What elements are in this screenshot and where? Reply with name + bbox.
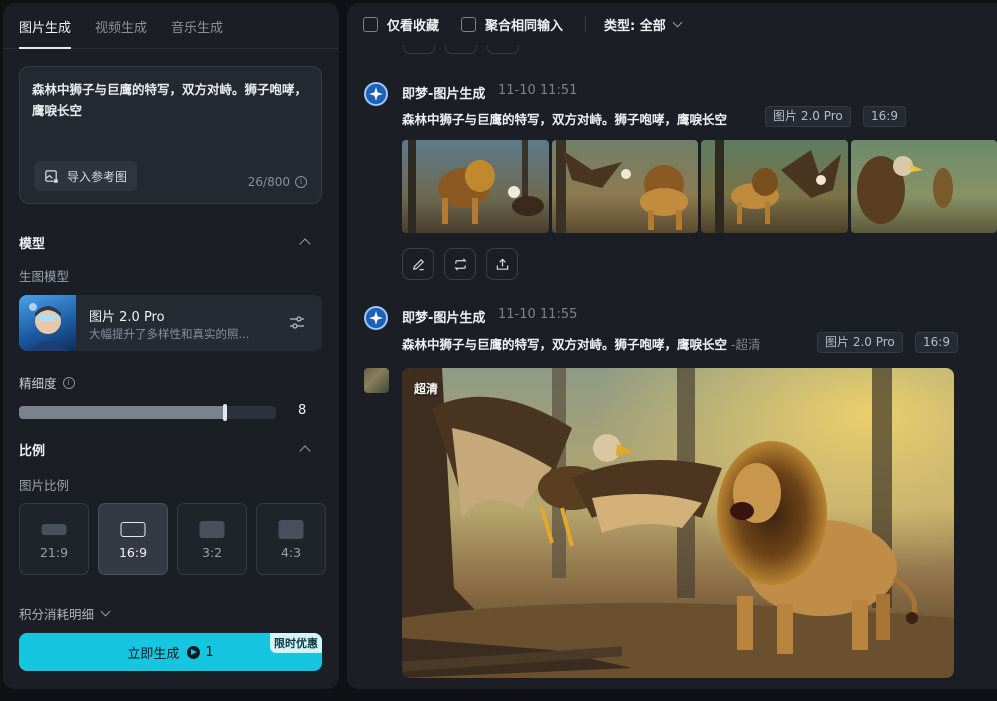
settings-sliders-icon[interactable] — [288, 314, 306, 332]
credit-cost: 1 — [187, 644, 214, 660]
chevron-down-icon — [100, 606, 111, 617]
ratio-label: 16:9 — [118, 545, 148, 560]
hd-label: 超清 — [414, 382, 439, 396]
model-tag: 图片 2.0 Pro — [765, 106, 851, 127]
detail-slider[interactable] — [19, 404, 276, 421]
edit-button[interactable] — [402, 248, 434, 280]
ratio-option-4-3[interactable]: 4:3 — [256, 503, 326, 575]
model-tag: 图片 2.0 Pro — [817, 332, 903, 353]
model-description: 大幅提升了多样性和真实的照... — [89, 327, 250, 341]
upload-icon — [496, 257, 508, 270]
tab-music-gen[interactable]: 音乐生成 — [171, 17, 223, 48]
generate-label: 立即生成 — [127, 646, 180, 662]
share-button[interactable] — [486, 248, 518, 280]
generated-image-thumbnail[interactable] — [551, 140, 698, 233]
tab-image-gen[interactable]: 图片生成 — [19, 17, 72, 49]
ratio-option-3-2[interactable]: 3:2 — [177, 503, 247, 575]
type-filter-dropdown[interactable]: 类型: 全部 — [604, 15, 683, 34]
detail-label-row: 精细度 i — [19, 373, 75, 392]
left-panel: 图片生成 视频生成 音乐生成 森林中狮子与巨鹰的特写，双方对峙。狮子咆哮，鹰唳长… — [3, 3, 339, 689]
generate-button[interactable]: 立即生成 1 限时优惠 — [19, 633, 322, 671]
reference-image-avatar[interactable] — [364, 368, 389, 393]
ratio-option-16-9[interactable]: 16:9 — [98, 503, 168, 575]
detail-label: 精细度 — [19, 376, 57, 391]
ratio-3-2-icon — [199, 521, 225, 538]
credit-cost-value: 1 — [205, 644, 214, 660]
points-detail-toggle[interactable]: 积分消耗明细 — [19, 604, 111, 623]
regenerate-button[interactable] — [444, 248, 476, 280]
ratio-21-9-icon — [41, 524, 67, 535]
info-icon[interactable]: i — [295, 176, 307, 188]
detail-value: 8 — [298, 403, 307, 418]
image-import-icon — [45, 169, 58, 183]
generated-image-thumbnail[interactable] — [402, 140, 549, 233]
sparkle-star-icon — [369, 311, 383, 325]
ratio-option-21-9[interactable]: 21:9 — [19, 503, 89, 575]
checkbox-icon — [461, 16, 477, 32]
sparkle-star-icon — [369, 87, 383, 101]
points-detail-label: 积分消耗明细 — [19, 607, 95, 622]
repeat-icon — [453, 257, 467, 271]
ratio-label: 4:3 — [280, 545, 302, 560]
prompt-input[interactable]: 森林中狮子与巨鹰的特写，双方对峙。狮子咆哮，鹰唳长空 导入参考图 26/800 … — [19, 66, 322, 204]
results-toolbar: 仅看收藏 聚合相同输入 类型: 全部 — [347, 3, 997, 45]
favorites-only-label: 仅看收藏 — [387, 18, 440, 34]
entry-actions — [402, 248, 518, 280]
ratio-16-9-icon — [120, 522, 146, 537]
ratio-label: 3:2 — [201, 545, 223, 560]
model-section-title: 模型 — [19, 237, 46, 252]
dreamina-avatar — [364, 306, 388, 330]
entry-prompt-text: 森林中狮子与巨鹰的特写，双方对峙。狮子咆哮，鹰唳长空 — [402, 337, 728, 352]
tab-video-gen[interactable]: 视频生成 — [95, 17, 147, 48]
merge-same-input-checkbox[interactable]: 聚合相同输入 — [461, 15, 563, 34]
type-filter-label: 类型: 全部 — [604, 18, 666, 34]
ratio-label: 21:9 — [39, 545, 69, 560]
merge-same-input-label: 聚合相同输入 — [485, 18, 564, 34]
generation-tabs: 图片生成 视频生成 音乐生成 — [3, 3, 339, 49]
chevron-down-icon — [672, 17, 683, 27]
collapse-model-chevron-icon[interactable] — [299, 238, 311, 250]
favorites-only-checkbox[interactable]: 仅看收藏 — [363, 15, 439, 34]
prompt-text[interactable]: 森林中狮子与巨鹰的特写，双方对峙。狮子咆哮，鹰唳长空 — [32, 79, 309, 121]
ratio-section-title: 比例 — [19, 444, 46, 459]
import-reference-label: 导入参考图 — [67, 169, 128, 184]
entry-prompt[interactable]: 森林中狮子与巨鹰的特写，双方对峙。狮子咆哮，鹰唳长空 — [402, 109, 727, 128]
char-count: 26/800 i — [248, 175, 307, 189]
entry-source-name: 即梦-图片生成 — [402, 311, 486, 326]
generated-thumbnails — [402, 140, 997, 233]
checkbox-icon — [363, 16, 378, 32]
ratio-sub-label: 图片比例 — [19, 478, 70, 493]
entry-prompt[interactable]: 森林中狮子与巨鹰的特写，双方对峙。狮子咆哮，鹰唳长空 -超清 — [402, 334, 761, 353]
collapse-ratio-chevron-icon[interactable] — [299, 445, 311, 457]
generated-image-thumbnail[interactable] — [850, 140, 997, 233]
char-count-text: 26/800 — [247, 175, 290, 189]
model-thumbnail — [19, 295, 76, 351]
entry-source-name: 即梦-图片生成 — [402, 87, 486, 102]
detail-slider-handle[interactable] — [222, 404, 227, 421]
promo-badge: 限时优惠 — [270, 633, 322, 653]
ratio-options: 21:9 16:9 3:2 4:3 — [19, 503, 326, 575]
model-name: 图片 2.0 Pro — [89, 310, 165, 325]
ratio-4-3-icon — [278, 520, 304, 539]
ratio-tag: 16:9 — [863, 106, 906, 127]
dreamina-avatar — [364, 82, 388, 106]
generated-image-thumbnail[interactable] — [701, 140, 848, 233]
model-selector[interactable]: 图片 2.0 Pro 大幅提升了多样性和真实的照... — [19, 295, 322, 351]
results-panel: 仅看收藏 聚合相同输入 类型: 全部 即梦-图片生成 11-10 11:51 森… — [347, 3, 997, 689]
ratio-tag: 16:9 — [915, 332, 958, 353]
detail-info-icon[interactable]: i — [62, 376, 75, 389]
pencil-icon — [412, 258, 424, 270]
toolbar-divider — [585, 16, 587, 32]
entry-time: 11-10 11:55 — [498, 307, 578, 322]
detail-slider-fill — [19, 406, 225, 419]
upscaled-image[interactable]: 超清 — [402, 368, 954, 678]
credit-icon — [187, 645, 201, 659]
import-reference-button[interactable]: 导入参考图 — [34, 161, 138, 191]
entry-time: 11-10 11:51 — [498, 83, 578, 98]
entry-prompt-extra: -超清 — [731, 337, 761, 352]
model-sub-label: 生图模型 — [19, 269, 70, 284]
